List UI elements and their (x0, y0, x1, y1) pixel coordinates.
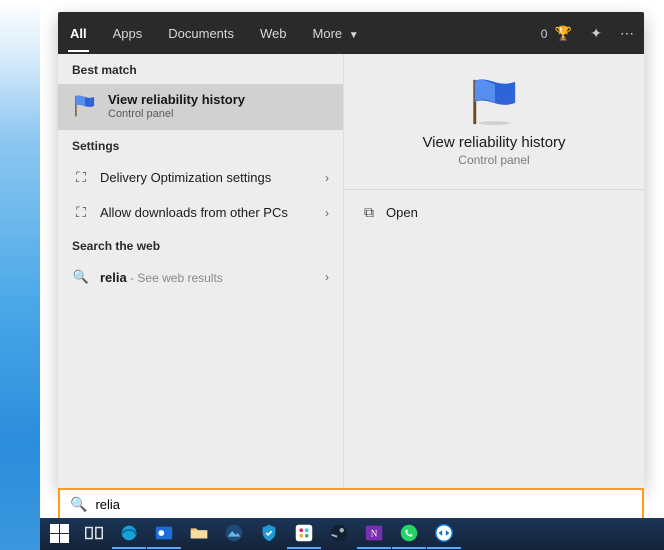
settings-item-label: Delivery Optimization settings (100, 170, 315, 185)
tab-documents[interactable]: Documents (166, 14, 236, 53)
settings-item-delivery-optimization[interactable]: ⛶ Delivery Optimization settings › (58, 160, 343, 195)
feedback-icon[interactable]: ✦ (590, 25, 602, 42)
best-match-title: View reliability history (108, 92, 245, 107)
settings-item-allow-downloads[interactable]: ⛶ Allow downloads from other PCs › (58, 195, 343, 230)
taskbar-app-slack[interactable] (287, 519, 321, 549)
preview-pane: View reliability history Control panel ⧉… (344, 54, 644, 488)
desktop-edge (0, 0, 40, 550)
chevron-right-icon: › (325, 270, 329, 284)
taskbar-app-steam[interactable] (322, 519, 356, 549)
start-button[interactable] (42, 519, 76, 549)
taskbar-app-whatsapp[interactable] (392, 519, 426, 549)
settings-item-label: Allow downloads from other PCs (100, 205, 315, 220)
search-panel: All Apps Documents Web More ▼ 0 🏆 ✦ ⋯ Be… (58, 12, 644, 488)
results-left-pane: Best match View reliability history Cont… (58, 54, 344, 488)
settings-icon: ⛶ (72, 169, 90, 186)
web-result-item[interactable]: 🔍 relia - See web results › (58, 260, 343, 294)
preview-title: View reliability history (354, 134, 634, 151)
tab-web[interactable]: Web (258, 14, 289, 53)
search-input[interactable] (95, 497, 634, 512)
taskbar-app-file-explorer[interactable] (182, 519, 216, 549)
flag-icon (72, 94, 98, 118)
settings-icon: ⛶ (72, 204, 90, 221)
flag-icon (465, 76, 523, 126)
taskbar-app-security[interactable] (252, 519, 286, 549)
section-settings: Settings (58, 130, 343, 160)
tab-apps[interactable]: Apps (111, 14, 145, 53)
best-match-item[interactable]: View reliability history Control panel (58, 84, 343, 130)
rewards-points[interactable]: 0 🏆 (541, 25, 572, 42)
svg-text:N: N (371, 529, 378, 539)
trophy-icon: 🏆 (555, 25, 572, 41)
taskbar-app-onenote[interactable]: N (357, 519, 391, 549)
task-view-button[interactable] (77, 519, 111, 549)
open-label: Open (386, 205, 418, 220)
tab-more-label: More (313, 26, 343, 41)
open-action[interactable]: ⧉ Open (350, 194, 638, 231)
best-match-subtitle: Control panel (108, 108, 245, 120)
taskbar-app-edge[interactable] (112, 519, 146, 549)
search-icon: 🔍 (72, 269, 90, 285)
open-icon: ⧉ (364, 204, 374, 221)
chevron-right-icon: › (325, 171, 329, 185)
section-best-match: Best match (58, 54, 343, 84)
section-search-web: Search the web (58, 230, 343, 260)
web-result-label: relia - See web results (100, 270, 315, 285)
taskbar: N (40, 518, 664, 550)
search-tabs: All Apps Documents Web More ▼ 0 🏆 ✦ ⋯ (58, 12, 644, 54)
chevron-right-icon: › (325, 206, 329, 220)
taskbar-app-photos[interactable] (217, 519, 251, 549)
taskbar-app-outlook[interactable] (147, 519, 181, 549)
taskbar-app-teamviewer[interactable] (427, 519, 461, 549)
tab-more[interactable]: More ▼ (311, 14, 361, 53)
chevron-down-icon: ▼ (349, 30, 359, 41)
search-box[interactable]: 🔍 (58, 488, 644, 520)
tab-all[interactable]: All (68, 14, 89, 52)
preview-subtitle: Control panel (354, 153, 634, 167)
more-options-icon[interactable]: ⋯ (620, 25, 634, 42)
search-icon: 🔍 (70, 496, 87, 513)
